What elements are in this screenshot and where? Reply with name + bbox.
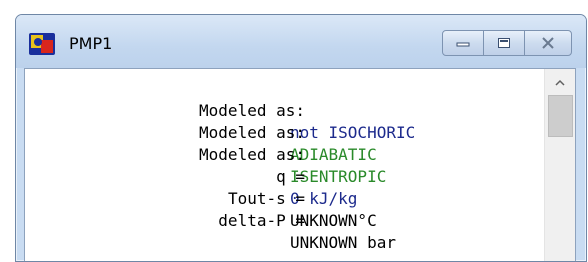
- property-line: Modeled as: ADIABATIC: [25, 100, 550, 164]
- property-line: Modeled as: ISENTROPIC: [25, 122, 550, 186]
- property-line: q = 0 kJ/kg: [25, 144, 550, 208]
- output-panel: Modeled as: not ISOCHORIC Modeled as: AD…: [24, 68, 576, 261]
- property-lines: Modeled as: not ISOCHORIC Modeled as: AD…: [25, 69, 550, 252]
- title-bar[interactable]: PMP1: [16, 15, 586, 68]
- property-line: delta-P = UNKNOWN bar: [25, 188, 550, 252]
- property-window: PMP1 Modeled as: not ISOCHORIC Modeled a…: [15, 14, 587, 262]
- chevron-up-icon: [555, 79, 565, 86]
- minimize-button[interactable]: [442, 30, 484, 56]
- scroll-thumb[interactable]: [548, 95, 573, 137]
- property-value: UNKNOWN bar: [290, 233, 396, 252]
- vertical-scrollbar[interactable]: [544, 69, 575, 261]
- property-label: delta-P =: [218, 211, 305, 230]
- property-line: Modeled as: not ISOCHORIC: [25, 78, 550, 142]
- close-icon: [542, 37, 554, 49]
- maximize-button[interactable]: [483, 30, 525, 56]
- close-button[interactable]: [524, 30, 572, 56]
- window-title: PMP1: [69, 34, 113, 53]
- app-logo-icon: [29, 33, 55, 55]
- minimize-icon: [456, 42, 470, 47]
- maximize-icon: [498, 38, 510, 48]
- property-line: Tout-s = UNKNOWN°C: [25, 166, 550, 230]
- caption-buttons: [442, 30, 572, 56]
- scroll-up-button[interactable]: [545, 69, 575, 95]
